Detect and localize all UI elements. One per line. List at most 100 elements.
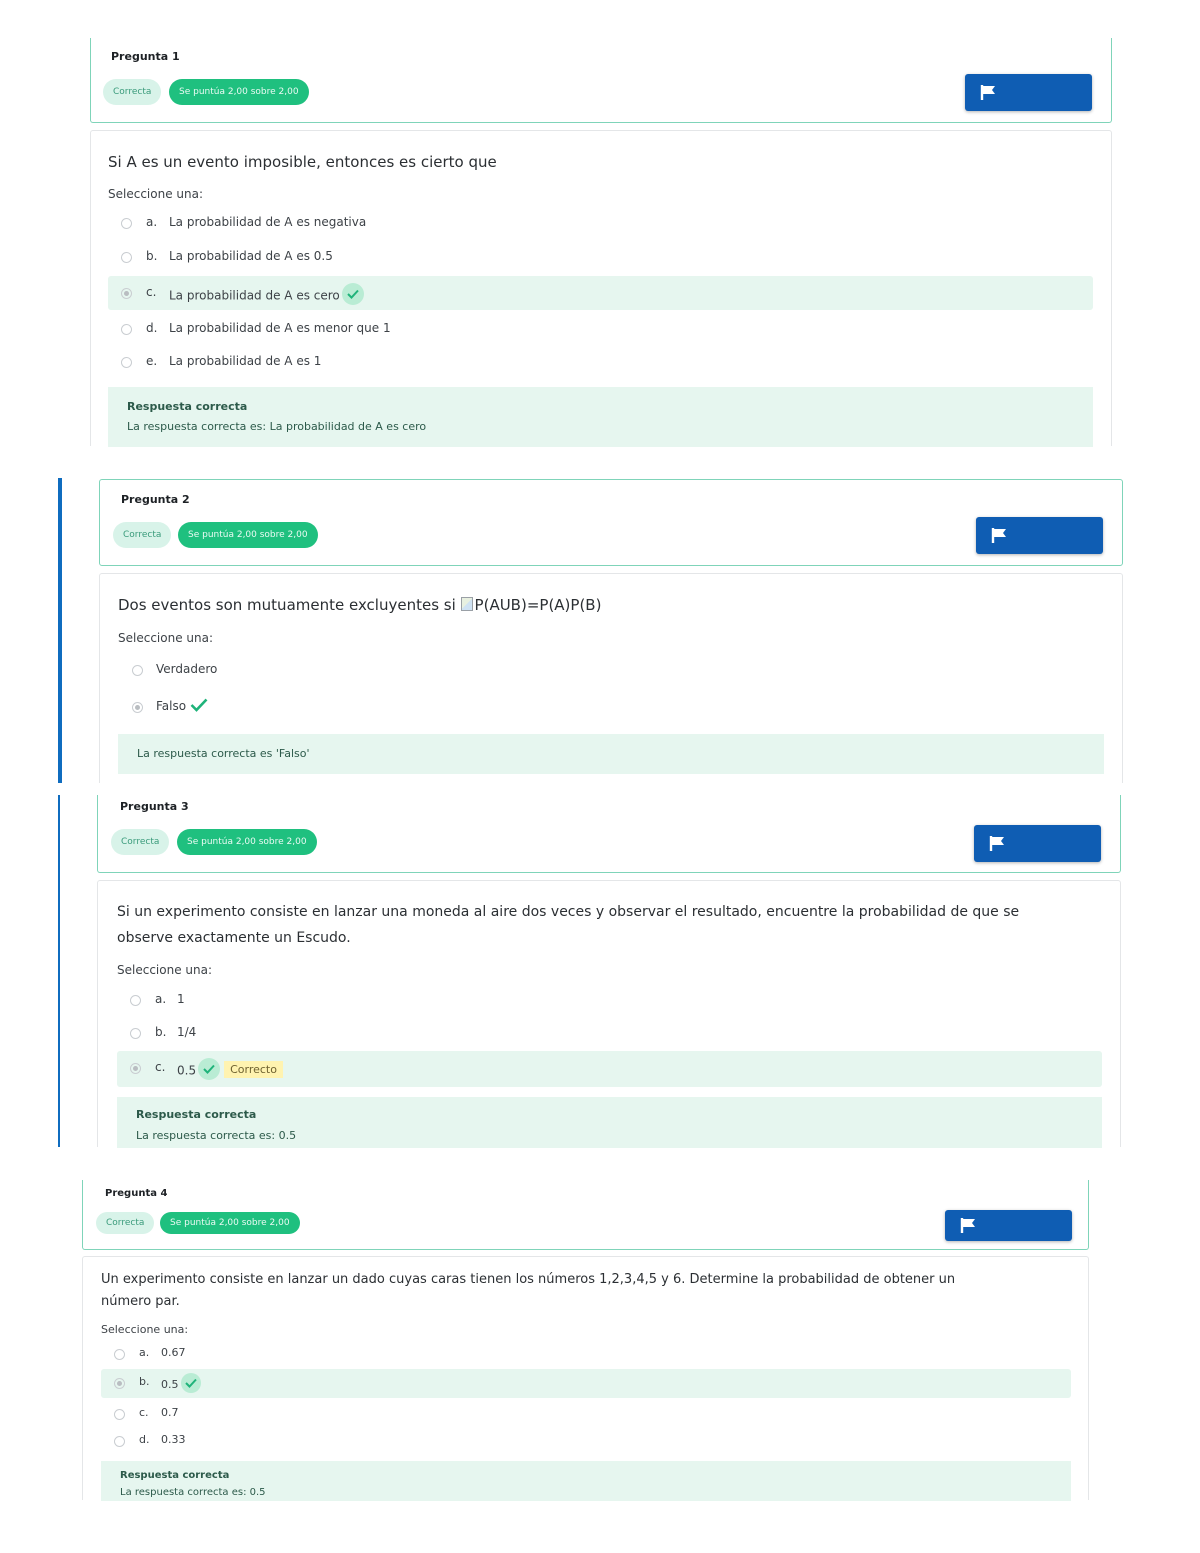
option-text: 0.33	[161, 1433, 186, 1446]
feedback-title: Respuesta correcta	[120, 1470, 230, 1481]
radio-button-selected[interactable]	[121, 288, 132, 299]
option-text: 0.5	[161, 1378, 179, 1391]
question-text: Dos eventos son mutuamente excluyentes s…	[118, 592, 601, 618]
formula-image-alt: P(AUB)=P(A)P(B)	[474, 596, 602, 614]
state-badge: Correcta	[103, 79, 162, 105]
question-content: Dos eventos son mutuamente excluyentes s…	[99, 573, 1123, 783]
answer-option-b[interactable]: b. La probabilidad de A es 0.5	[108, 240, 1093, 274]
feedback-title: Respuesta correcta	[127, 400, 248, 413]
feedback-box: Respuesta correcta La respuesta correcta…	[117, 1097, 1102, 1148]
answer-option-true[interactable]: Verdadero	[118, 653, 1103, 687]
answer-option-a[interactable]: a. La probabilidad de A es negativa	[108, 206, 1093, 240]
option-text-wrap: 0.5 Correcto	[177, 1058, 283, 1082]
flag-question-button[interactable]	[965, 74, 1092, 111]
answer-option-c[interactable]: c. 0.7	[101, 1400, 1071, 1428]
answer-prompt: Seleccione una:	[108, 187, 203, 201]
answer-option-b[interactable]: b. 1/4	[117, 1016, 1102, 1050]
feedback-text: La respuesta correcta es: 0.5	[136, 1129, 297, 1142]
question-info: Pregunta 2 Correcta Se puntúa 2,00 sobre…	[99, 479, 1123, 566]
option-letter: d.	[146, 321, 158, 335]
answer-prompt: Seleccione una:	[101, 1323, 189, 1336]
question-info: Pregunta 1 Correcta Se puntúa 2,00 sobre…	[90, 38, 1112, 123]
flag-question-button[interactable]	[945, 1210, 1072, 1241]
answer-option-c[interactable]: c. La probabilidad de A es cero	[108, 276, 1093, 310]
option-text: La probabilidad de A es negativa	[169, 215, 367, 229]
radio-button[interactable]	[121, 218, 132, 229]
radio-button-selected[interactable]	[130, 1063, 141, 1074]
question-number: Pregunta 2	[121, 493, 190, 506]
radio-button[interactable]	[130, 995, 141, 1006]
flag-question-button[interactable]	[974, 825, 1101, 862]
correct-tag: Correcto	[224, 1060, 283, 1078]
flag-icon	[960, 1218, 975, 1233]
flag-icon	[980, 85, 995, 100]
answer-option-c[interactable]: c. 0.5 Correcto	[117, 1051, 1102, 1087]
question-content: Si un experimento consiste en lanzar una…	[97, 880, 1121, 1148]
feedback-box: Respuesta correcta La respuesta correcta…	[101, 1461, 1071, 1501]
radio-button[interactable]	[114, 1349, 125, 1360]
answer-option-a[interactable]: a. 1	[117, 983, 1102, 1017]
option-text: La probabilidad de A es 0.5	[169, 249, 333, 263]
option-letter: e.	[146, 354, 158, 368]
answer-option-b[interactable]: b. 0.5	[101, 1369, 1071, 1398]
question-text-line-2: observe exactamente un Escudo.	[117, 930, 351, 946]
option-text: 1	[177, 992, 185, 1006]
radio-button-selected[interactable]	[114, 1378, 125, 1389]
grade-badge: Se puntúa 2,00 sobre 2,00	[178, 522, 318, 548]
grade-badge: Se puntúa 2,00 sobre 2,00	[177, 829, 317, 855]
state-badge: Correcta	[111, 829, 170, 855]
option-text: Verdadero	[156, 662, 218, 676]
radio-button[interactable]	[130, 1028, 141, 1039]
grade-badge: Se puntúa 2,00 sobre 2,00	[160, 1212, 300, 1234]
check-icon	[190, 698, 208, 712]
answer-option-e[interactable]: e. La probabilidad de A es 1	[108, 345, 1093, 379]
answer-prompt: Seleccione una:	[117, 963, 212, 977]
option-text: La probabilidad de A es menor que 1	[169, 321, 391, 335]
feedback-text: La respuesta correcta es: 0.5	[120, 1487, 266, 1498]
check-icon	[341, 283, 364, 305]
radio-button[interactable]	[121, 324, 132, 335]
check-icon	[198, 1058, 221, 1080]
question-indicator-bar	[58, 795, 60, 1147]
option-text: La probabilidad de A es cero	[169, 288, 340, 303]
question-content: Un experimento consiste en lanzar un dad…	[82, 1256, 1089, 1501]
option-letter: d.	[139, 1433, 150, 1446]
answer-option-d[interactable]: d. 0.33	[101, 1427, 1071, 1455]
question-content: Si A es un evento imposible, entonces es…	[90, 130, 1112, 447]
broken-image-icon	[460, 596, 473, 611]
flag-icon	[989, 836, 1004, 851]
option-letter: b.	[139, 1375, 150, 1388]
question-text-line-1: Un experimento consiste en lanzar un dad…	[101, 1272, 956, 1287]
question-text-line-1: Si un experimento consiste en lanzar una…	[117, 904, 1020, 920]
option-letter: a.	[155, 992, 167, 1006]
check-icon	[180, 1373, 201, 1393]
question-number: Pregunta 3	[120, 800, 189, 813]
radio-button[interactable]	[132, 665, 143, 676]
answer-option-a[interactable]: a. 0.67	[101, 1340, 1071, 1368]
flag-question-button[interactable]	[976, 517, 1103, 554]
grade-badge: Se puntúa 2,00 sobre 2,00	[169, 79, 309, 105]
option-text-wrap: La probabilidad de A es cero	[169, 283, 364, 307]
option-text: 1/4	[177, 1025, 197, 1039]
option-text: La probabilidad de A es 1	[169, 354, 322, 368]
feedback-title: Respuesta correcta	[136, 1108, 257, 1121]
answer-option-false[interactable]: Falso	[118, 690, 1103, 724]
radio-button-selected[interactable]	[132, 702, 143, 713]
option-text: 0.7	[161, 1406, 179, 1419]
question-number: Pregunta 1	[111, 50, 180, 63]
radio-button[interactable]	[121, 357, 132, 368]
radio-button[interactable]	[114, 1409, 125, 1420]
question-info: Pregunta 3 Correcta Se puntúa 2,00 sobre…	[97, 795, 1121, 873]
answer-option-d[interactable]: d. La probabilidad de A es menor que 1	[108, 312, 1093, 346]
feedback-box: Respuesta correcta La respuesta correcta…	[108, 387, 1093, 447]
option-text-wrap: 0.5	[161, 1373, 201, 1395]
question-text-line-2: número par.	[101, 1294, 180, 1309]
option-text: 0.5	[177, 1063, 197, 1078]
feedback-text: La respuesta correcta es: La probabilida…	[127, 420, 427, 433]
radio-button[interactable]	[121, 252, 132, 263]
state-badge: Correcta	[96, 1212, 155, 1234]
option-letter: a.	[146, 215, 158, 229]
option-text-wrap: Falso	[156, 698, 208, 714]
feedback-text: La respuesta correcta es 'Falso'	[137, 747, 310, 760]
radio-button[interactable]	[114, 1436, 125, 1447]
